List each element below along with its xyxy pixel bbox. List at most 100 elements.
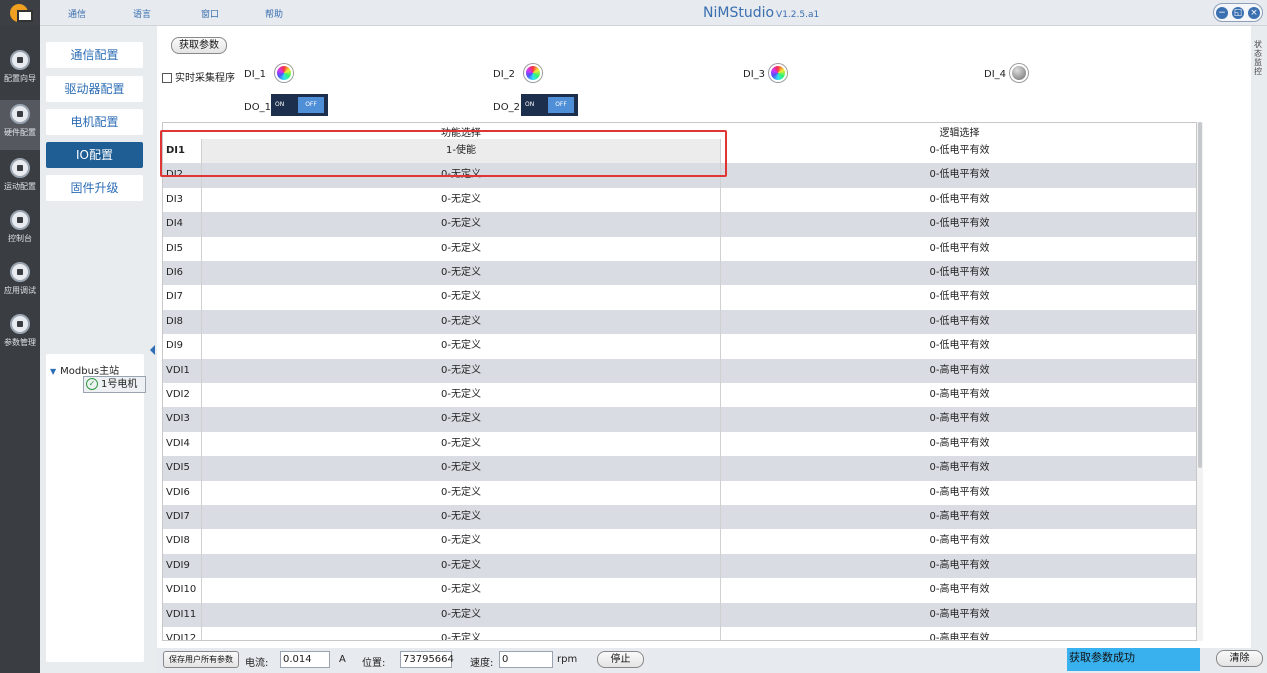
do2-switch[interactable]: ON OFF [521,94,578,116]
table-row[interactable]: VDI2 0-无定义 0-高电平有效 [163,383,1196,408]
table-row[interactable]: VDI12 0-无定义 0-高电平有效 [163,627,1196,640]
logic-select-cell[interactable]: 0-高电平有效 [721,603,1196,627]
logic-select-cell[interactable]: 0-低电平有效 [721,285,1196,309]
logic-select-cell[interactable]: 0-高电平有效 [721,407,1196,431]
function-select-cell[interactable]: 0-无定义 [201,383,721,408]
nav-item-debug[interactable]: 应用调试 [0,258,40,308]
close-icon[interactable]: × [1248,6,1260,19]
table-row[interactable]: DI6 0-无定义 0-低电平有效 [163,261,1196,286]
driver-config-button[interactable]: 驱动器配置 [46,76,143,102]
io-config-button[interactable]: IO配置 [46,142,143,168]
save-all-params-button[interactable]: 保存用户所有参数 [163,651,239,668]
function-select-cell[interactable]: 0-无定义 [201,578,721,603]
logic-select-cell[interactable]: 0-低电平有效 [721,261,1196,285]
expand-icon[interactable]: ▼ [50,367,56,376]
table-row[interactable]: DI5 0-无定义 0-低电平有效 [163,236,1196,261]
logic-select-cell[interactable]: 0-高电平有效 [721,456,1196,480]
function-select-cell[interactable]: 0-无定义 [201,334,721,359]
function-select-cell[interactable]: 0-无定义 [201,309,721,335]
clear-button[interactable]: 清除 [1216,650,1263,667]
table-row[interactable]: VDI4 0-无定义 0-高电平有效 [163,431,1196,457]
function-select-cell[interactable]: 0-无定义 [201,627,721,640]
logic-select-cell[interactable]: 0-低电平有效 [721,212,1196,236]
function-select-cell[interactable]: 0-无定义 [201,285,721,310]
app-title: NiMStudio V1.2.5.a1 [703,5,819,21]
menu-help[interactable]: 帮助 [265,7,283,20]
logic-select-cell[interactable]: 0-低电平有效 [721,139,1196,163]
nav-item-console[interactable]: 控制台 [0,206,40,256]
tree-root[interactable]: ▼ Modbus主站 [50,362,119,377]
logic-select-cell[interactable]: 0-高电平有效 [721,383,1196,407]
function-select-cell[interactable]: 0-无定义 [201,236,721,261]
realtime-label: 实时采集程序 [175,73,235,84]
tree-item-motor[interactable]: ✓ 1号电机 [83,376,146,393]
io-name-cell: VDI10 [166,584,197,596]
table-row[interactable]: VDI7 0-无定义 0-高电平有效 [163,505,1196,530]
logic-select-cell[interactable]: 0-高电平有效 [721,578,1196,602]
get-params-button[interactable]: 获取参数 [171,37,227,54]
logic-select-cell[interactable]: 0-低电平有效 [721,163,1196,187]
menu-language[interactable]: 语言 [133,7,151,20]
menu-comm[interactable]: 通信 [68,7,86,20]
table-row[interactable]: VDI9 0-无定义 0-高电平有效 [163,553,1196,579]
logic-select-cell[interactable]: 0-高电平有效 [721,554,1196,578]
nav-item-params[interactable]: 参数管理 [0,310,40,360]
table-row[interactable]: VDI10 0-无定义 0-高电平有效 [163,578,1196,603]
logic-select-cell[interactable]: 0-高电平有效 [721,627,1196,640]
function-select-cell[interactable]: 0-无定义 [201,358,721,383]
logic-select-cell[interactable]: 0-低电平有效 [721,334,1196,358]
function-select-cell[interactable]: 0-无定义 [201,187,721,213]
table-scrollbar[interactable] [1197,122,1203,641]
realtime-option[interactable]: 实时采集程序 [162,69,235,84]
function-select-cell[interactable]: 0-无定义 [201,261,721,286]
table-row[interactable]: DI7 0-无定义 0-低电平有效 [163,285,1196,310]
function-select-cell[interactable]: 0-无定义 [201,431,721,457]
function-select-cell[interactable]: 0-无定义 [201,602,721,627]
maximize-icon[interactable]: ◱ [1232,6,1244,19]
menu-window[interactable]: 窗口 [201,7,219,20]
function-select-cell[interactable]: 0-无定义 [201,553,721,579]
function-select-cell[interactable]: 0-无定义 [201,212,721,237]
switch-on-label: ON [525,101,535,108]
logic-select-cell[interactable]: 0-低电平有效 [721,237,1196,261]
function-select-cell[interactable]: 0-无定义 [201,505,721,530]
table-row[interactable]: VDI3 0-无定义 0-高电平有效 [163,407,1196,432]
table-row[interactable]: VDI5 0-无定义 0-高电平有效 [163,456,1196,481]
scrollbar-thumb[interactable] [1198,122,1202,468]
minimize-icon[interactable]: − [1216,6,1228,19]
function-select-cell[interactable]: 0-无定义 [201,480,721,505]
table-row[interactable]: DI8 0-无定义 0-低电平有效 [163,309,1196,335]
io-name-cell: VDI11 [166,608,197,620]
io-name-cell: VDI1 [166,364,190,376]
table-row[interactable]: VDI8 0-无定义 0-高电平有效 [163,529,1196,554]
function-select-cell[interactable]: 0-无定义 [201,529,721,554]
logic-select-cell[interactable]: 0-高电平有效 [721,481,1196,505]
do1-switch[interactable]: ON OFF [271,94,328,116]
comm-config-button[interactable]: 通信配置 [46,42,143,68]
logic-select-cell[interactable]: 0-高电平有效 [721,359,1196,383]
table-row[interactable]: VDI6 0-无定义 0-高电平有效 [163,480,1196,505]
firmware-upgrade-button[interactable]: 固件升级 [46,175,143,201]
table-row[interactable]: VDI11 0-无定义 0-高电平有效 [163,602,1196,627]
logic-select-cell[interactable]: 0-低电平有效 [721,188,1196,212]
function-select-cell[interactable]: 0-无定义 [201,407,721,432]
logic-select-cell[interactable]: 0-高电平有效 [721,432,1196,456]
motor-config-button[interactable]: 电机配置 [46,109,143,135]
nav-item-motion[interactable]: 运动配置 [0,154,40,204]
nav-item-hardware[interactable]: 硬件配置 [0,100,40,150]
logic-select-cell[interactable]: 0-高电平有效 [721,505,1196,529]
table-row[interactable]: VDI1 0-无定义 0-高电平有效 [163,358,1196,383]
speed-field[interactable]: 0 [499,651,553,668]
table-row[interactable]: DI4 0-无定义 0-低电平有效 [163,212,1196,237]
logic-select-cell[interactable]: 0-低电平有效 [721,310,1196,334]
stop-button[interactable]: 停止 [597,651,644,668]
function-select-cell[interactable]: 0-无定义 [201,456,721,481]
table-row[interactable]: DI9 0-无定义 0-低电平有效 [163,334,1196,359]
realtime-checkbox[interactable] [162,73,172,83]
status-monitor-panel[interactable]: 状态监控 [1251,26,1267,673]
collapse-panel-icon[interactable] [150,343,156,357]
table-row[interactable]: DI3 0-无定义 0-低电平有效 [163,187,1196,213]
highlight-box [160,130,727,177]
logic-select-cell[interactable]: 0-高电平有效 [721,529,1196,553]
nav-item-wizard[interactable]: 配置向导 [0,46,40,96]
